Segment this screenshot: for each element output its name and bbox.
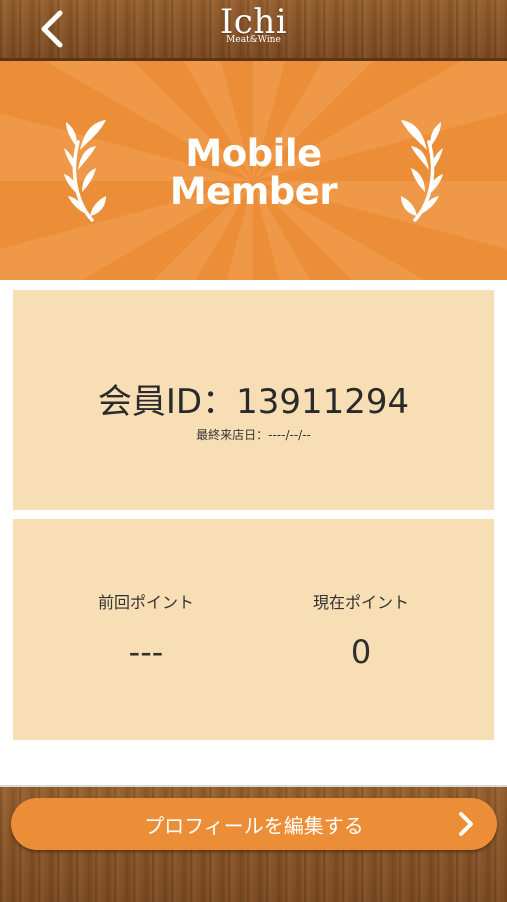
banner-title-line1: Mobile xyxy=(185,132,322,175)
back-button[interactable] xyxy=(30,6,76,52)
member-id-text: 会員ID：13911294 xyxy=(97,382,410,422)
footer-bar: プロフィールを編集する xyxy=(0,785,507,902)
member-id-card: 会員ID：13911294 最終来店日：----/--/-- xyxy=(13,290,494,510)
banner-title: Mobile Member xyxy=(0,135,507,211)
previous-points-label: 前回ポイント xyxy=(97,593,194,612)
previous-points-value: --- xyxy=(128,633,164,671)
app-header: Ichi Meat&Wine xyxy=(0,0,507,61)
edit-profile-label: プロフィールを編集する xyxy=(144,813,364,838)
previous-points: 前回ポイント --- xyxy=(26,589,266,671)
banner-title-line2: Member xyxy=(169,170,338,213)
edit-profile-button[interactable]: プロフィールを編集する xyxy=(11,798,497,850)
chevron-left-icon xyxy=(41,10,63,48)
mobile-member-banner: Mobile Member xyxy=(0,61,507,280)
logo-main-text: Ichi xyxy=(219,2,288,42)
chevron-right-icon xyxy=(459,812,473,836)
last-visit-date: 最終来店日：----/--/-- xyxy=(196,428,311,442)
current-points-value: 0 xyxy=(350,633,372,671)
points-card: 前回ポイント --- 現在ポイント 0 xyxy=(13,519,494,740)
ichi-logo: Ichi Meat&Wine xyxy=(220,5,287,45)
current-points-label: 現在ポイント xyxy=(312,593,409,612)
logo-sub-text: Meat&Wine xyxy=(226,35,281,45)
current-points: 現在ポイント 0 xyxy=(241,589,481,671)
